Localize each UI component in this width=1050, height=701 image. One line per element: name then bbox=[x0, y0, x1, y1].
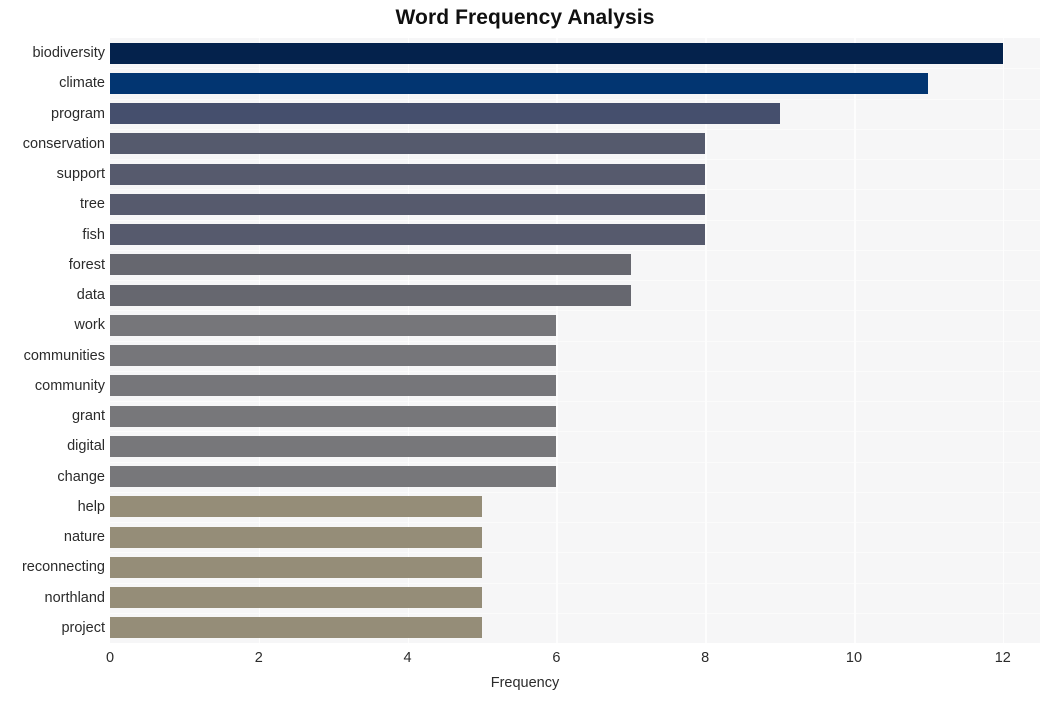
y-tick-label: data bbox=[76, 287, 105, 304]
x-tick-label: 6 bbox=[552, 650, 561, 666]
bar bbox=[110, 556, 482, 578]
bar bbox=[110, 72, 929, 94]
x-tick-label: 2 bbox=[254, 650, 263, 666]
bar bbox=[110, 314, 557, 336]
x-axis-title: Frequency bbox=[490, 675, 560, 691]
bar bbox=[110, 224, 706, 246]
y-tick-label: northland bbox=[44, 589, 105, 606]
x-tick-label: 12 bbox=[994, 650, 1011, 666]
bar bbox=[110, 163, 706, 185]
bar bbox=[110, 193, 706, 215]
y-tick-label: project bbox=[61, 619, 105, 636]
bars-layer bbox=[110, 38, 1040, 643]
y-tick-label: grant bbox=[71, 408, 105, 425]
y-tick-label: conservation bbox=[22, 135, 105, 152]
x-axis-tick-labels: 0 2 4 6 8 10 12 bbox=[0, 650, 1050, 672]
x-tick-label: 10 bbox=[845, 650, 863, 666]
x-tick-label: 0 bbox=[105, 650, 115, 666]
bar bbox=[110, 375, 557, 397]
y-tick-label: program bbox=[51, 105, 105, 122]
bar bbox=[110, 496, 482, 518]
y-tick-label: fish bbox=[82, 226, 105, 243]
y-tick-label: support bbox=[56, 166, 105, 183]
y-tick-label: work bbox=[74, 317, 105, 334]
y-tick-label: forest bbox=[68, 256, 105, 273]
bar bbox=[110, 466, 557, 488]
bar bbox=[110, 405, 557, 427]
bar bbox=[110, 526, 482, 548]
chart-title: Word Frequency Analysis bbox=[395, 6, 655, 29]
x-tick-label: 8 bbox=[701, 650, 710, 666]
bar bbox=[110, 435, 557, 457]
bar bbox=[110, 284, 631, 306]
y-tick-label: tree bbox=[80, 196, 105, 213]
bar bbox=[110, 103, 780, 125]
y-tick-label: climate bbox=[59, 75, 105, 92]
bar bbox=[110, 133, 706, 155]
word-frequency-chart: Word Frequency Analysis biodiversity clim… bbox=[0, 0, 1050, 701]
y-tick-label: nature bbox=[63, 529, 105, 546]
y-tick-label: change bbox=[57, 468, 105, 485]
y-axis-tick-labels: biodiversity climate program conservation su… bbox=[0, 38, 105, 643]
x-tick-label: 4 bbox=[403, 650, 412, 666]
bar bbox=[110, 345, 557, 367]
y-tick-label: communities bbox=[23, 347, 105, 364]
y-tick-label: biodiversity bbox=[32, 45, 105, 62]
plot-area bbox=[110, 38, 1040, 643]
y-tick-label: digital bbox=[67, 438, 105, 455]
y-tick-label: help bbox=[77, 498, 105, 515]
y-tick-label: community bbox=[34, 377, 105, 394]
bar bbox=[110, 42, 1003, 64]
bar bbox=[110, 617, 482, 639]
bar bbox=[110, 254, 631, 276]
y-tick-label: reconnecting bbox=[21, 559, 105, 576]
bar bbox=[110, 587, 482, 609]
